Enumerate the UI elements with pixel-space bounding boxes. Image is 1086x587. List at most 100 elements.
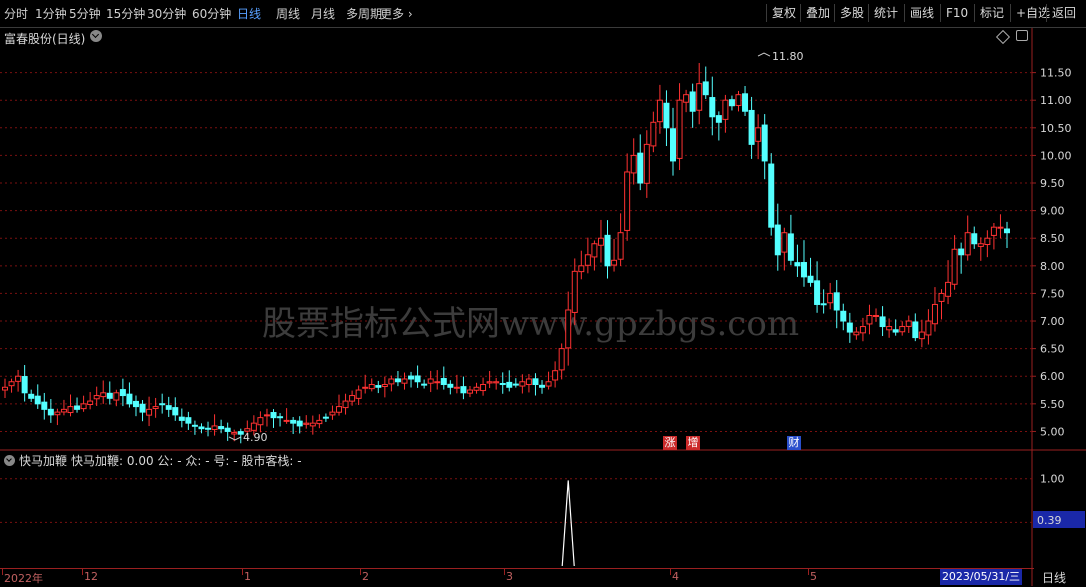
candle-body bbox=[611, 259, 618, 266]
date-label: 1 bbox=[244, 570, 251, 583]
window-icon[interactable] bbox=[1016, 30, 1028, 41]
candle-body bbox=[931, 303, 938, 325]
candle-body bbox=[447, 383, 454, 388]
candle-body bbox=[434, 381, 441, 384]
candle-body bbox=[755, 127, 762, 142]
candle-body bbox=[892, 329, 899, 333]
candle-body bbox=[643, 143, 650, 184]
date-tick bbox=[242, 569, 243, 575]
candle-body bbox=[28, 393, 35, 399]
candle-body bbox=[918, 331, 925, 340]
chevron-down-icon[interactable] bbox=[90, 30, 102, 42]
candle-body bbox=[460, 386, 467, 394]
period-label[interactable]: 日线 bbox=[1042, 569, 1066, 586]
indicator-value-label: 0.39 bbox=[1037, 514, 1062, 527]
candle-body bbox=[322, 416, 329, 419]
candle-body bbox=[637, 152, 644, 184]
candle-body bbox=[565, 309, 572, 349]
candle-body bbox=[905, 320, 912, 327]
candle-body bbox=[958, 248, 965, 256]
price-tick-label: 9.50 bbox=[1040, 177, 1065, 190]
low-marker bbox=[228, 436, 242, 441]
candle-body bbox=[329, 411, 336, 416]
candle-body bbox=[735, 94, 742, 106]
candle-body bbox=[394, 378, 401, 383]
candle-body bbox=[408, 375, 415, 380]
candle-body bbox=[800, 262, 807, 278]
candle-body bbox=[480, 384, 487, 392]
candle-body bbox=[859, 326, 866, 334]
date-tick bbox=[670, 569, 671, 575]
date-axis: 2022年 12 1 2 3 4 5 bbox=[0, 568, 1034, 587]
candle-body bbox=[257, 417, 264, 426]
price-tick-label: 10.50 bbox=[1040, 122, 1072, 135]
candle-body bbox=[375, 385, 382, 388]
candle-body bbox=[846, 322, 853, 333]
candle-body bbox=[728, 99, 735, 107]
event-badge[interactable]: 财 bbox=[787, 436, 801, 450]
date-tick bbox=[504, 569, 505, 575]
candle-body bbox=[617, 232, 624, 260]
candle-body bbox=[886, 326, 893, 331]
indicator-values: 快马加鞭: 0.00 公: - 众: - 号: - 股市客栈: - bbox=[71, 454, 302, 468]
candle-body bbox=[663, 102, 670, 129]
candle-body bbox=[656, 99, 663, 123]
candle-body bbox=[309, 422, 316, 427]
price-tick-label: 6.00 bbox=[1040, 370, 1065, 383]
candle-body bbox=[578, 265, 585, 273]
candle-body bbox=[401, 378, 408, 384]
candle-body bbox=[506, 381, 513, 388]
price-tick-label: 5.50 bbox=[1040, 398, 1065, 411]
candle-body bbox=[87, 400, 94, 405]
candle-body bbox=[8, 381, 15, 387]
candle-body bbox=[650, 121, 657, 147]
candle-body bbox=[971, 233, 978, 245]
candle-body bbox=[290, 419, 297, 424]
candle-body bbox=[938, 292, 945, 302]
event-badge[interactable]: 涨 bbox=[663, 436, 677, 450]
date-label: 4 bbox=[672, 570, 679, 583]
candle-body bbox=[722, 99, 729, 120]
candle-body bbox=[781, 232, 788, 253]
event-badge[interactable]: 增 bbox=[686, 436, 700, 450]
chevron-down-icon[interactable] bbox=[4, 455, 15, 466]
candle-body bbox=[100, 392, 107, 398]
candle-body bbox=[709, 97, 716, 118]
indicator-name[interactable]: 快马加鞭 bbox=[19, 454, 67, 468]
candle-body bbox=[683, 94, 690, 103]
candle-body bbox=[453, 386, 460, 389]
candle-body bbox=[833, 292, 840, 311]
candle-body bbox=[277, 416, 284, 419]
candle-body bbox=[368, 384, 375, 390]
candle-body bbox=[21, 376, 28, 394]
candle-body bbox=[303, 422, 310, 425]
candle-body bbox=[15, 375, 22, 382]
candle-body bbox=[945, 281, 952, 297]
candle-body bbox=[748, 109, 755, 145]
candle-body bbox=[2, 386, 8, 391]
candle-body bbox=[532, 378, 539, 386]
candle-body bbox=[67, 406, 74, 414]
price-tick-label: 5.00 bbox=[1040, 425, 1065, 438]
candle-body bbox=[198, 426, 205, 430]
indicator-tick-label: 1.00 bbox=[1040, 473, 1065, 486]
candle-body bbox=[964, 232, 971, 256]
candle-body bbox=[591, 243, 598, 258]
candle-body bbox=[873, 315, 880, 318]
candle-body bbox=[820, 303, 827, 306]
price-tick-label: 11.50 bbox=[1040, 67, 1072, 80]
candle-body bbox=[512, 383, 519, 386]
candle-body bbox=[126, 393, 133, 405]
candle-body bbox=[493, 381, 500, 384]
candle-body bbox=[604, 234, 611, 267]
candle-body bbox=[676, 99, 683, 159]
candle-body bbox=[41, 401, 48, 410]
candle-body bbox=[139, 403, 146, 413]
candle-body bbox=[336, 406, 342, 413]
candle-body bbox=[558, 348, 565, 371]
chart-canvas[interactable]: 11.5011.0010.5010.009.509.008.508.007.50… bbox=[0, 0, 1086, 586]
candle-body bbox=[539, 384, 546, 388]
candle-body bbox=[552, 370, 559, 381]
stock-title: 富春股份(日线) bbox=[4, 32, 86, 46]
candle-body bbox=[1004, 228, 1010, 234]
